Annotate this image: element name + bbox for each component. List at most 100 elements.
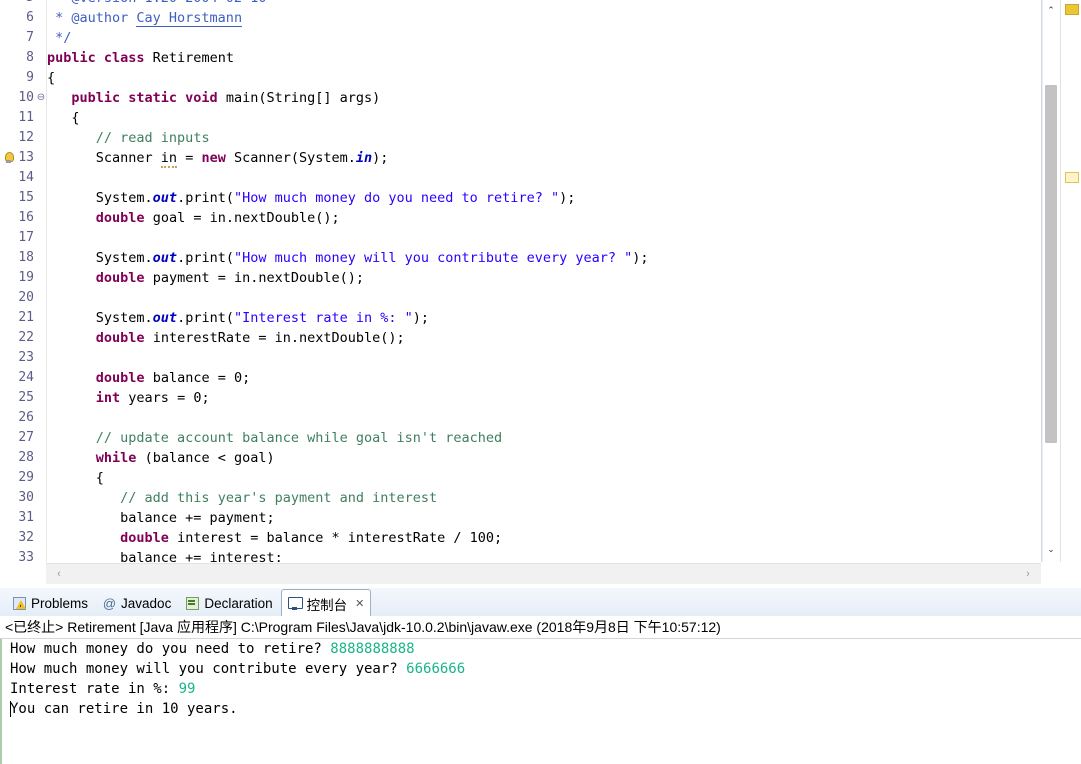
code-token: { xyxy=(47,470,104,486)
line-number: 31 xyxy=(18,510,34,525)
code-line[interactable]: // add this year's payment and interest xyxy=(47,488,437,508)
bottom-view-panel[interactable]: Problems @ Javadoc Declaration 控制台 ✕ <已终止> Re… xyxy=(0,588,1081,764)
code-token: balance = 0; xyxy=(152,370,251,386)
code-line[interactable]: double goal = in.nextDouble(); xyxy=(47,208,340,228)
tab-declaration[interactable]: Declaration xyxy=(179,591,278,615)
warning-bulb-icon[interactable] xyxy=(3,151,17,165)
code-token: out xyxy=(152,310,178,326)
declaration-icon xyxy=(185,596,200,611)
tab-label: Javadoc xyxy=(121,595,172,611)
close-icon[interactable]: ✕ xyxy=(355,597,364,610)
console-prompt-text: How much money will you contribute every… xyxy=(10,661,407,677)
code-line[interactable]: * @author Cay Horstmann xyxy=(47,8,243,28)
code-line[interactable]: double interest = balance * interestRate… xyxy=(47,528,502,548)
javadoc-at-icon: @ xyxy=(102,595,117,611)
line-number: 12 xyxy=(18,130,34,145)
console-output-line: How much money will you contribute every… xyxy=(10,659,465,679)
code-line[interactable]: int years = 0; xyxy=(47,388,210,408)
code-line[interactable]: Scanner in = new Scanner(System.in); xyxy=(47,148,388,168)
editor-code-lines[interactable]: * @version 1.20 2004-02-10 * @author Cay… xyxy=(47,0,1041,562)
vertical-scrollbar-thumb[interactable] xyxy=(1045,85,1057,443)
line-number: 33 xyxy=(18,550,34,562)
scroll-left-arrow-icon[interactable]: ‹ xyxy=(50,564,68,584)
line-number: 10 xyxy=(18,90,34,105)
code-token: .print( xyxy=(177,310,234,326)
code-token: // read inputs xyxy=(95,130,210,146)
line-number: 25 xyxy=(18,390,34,405)
code-line[interactable]: // update account balance while goal isn… xyxy=(47,428,502,448)
editor-text-area[interactable]: 5678910⊖11121314151617181920212223242526… xyxy=(0,0,1042,562)
code-line[interactable]: System.out.print("How much money will yo… xyxy=(47,248,649,268)
code-token: interestRate = in.nextDouble(); xyxy=(152,330,405,346)
code-token: ); xyxy=(412,310,430,326)
code-line[interactable]: // read inputs xyxy=(47,128,210,148)
code-token: years = 0; xyxy=(128,390,210,406)
editor-vertical-scrollbar[interactable]: ⌃ ⌄ xyxy=(1042,0,1059,562)
console-prompt-text: You can retire in 10 years. xyxy=(10,701,238,717)
code-token: System. xyxy=(47,310,153,326)
code-line[interactable]: System.out.print("How much money do you … xyxy=(47,188,576,208)
line-number: 21 xyxy=(18,310,34,325)
scroll-right-arrow-icon[interactable]: › xyxy=(1019,564,1037,584)
tab-console[interactable]: 控制台 ✕ xyxy=(280,589,372,617)
code-token: int xyxy=(95,390,129,406)
console-output-area[interactable]: How much money do you need to retire? 88… xyxy=(0,639,1081,764)
editor-overview-ruler[interactable] xyxy=(1060,0,1081,562)
line-number: 5 xyxy=(0,0,34,8)
java-editor-panel[interactable]: 5678910⊖11121314151617181920212223242526… xyxy=(0,0,1081,588)
overview-marker-warning[interactable] xyxy=(1065,4,1079,15)
code-line[interactable]: { xyxy=(47,468,104,488)
console-user-input: 6666666 xyxy=(406,661,466,677)
editor-gutter[interactable]: 5678910⊖11121314151617181920212223242526… xyxy=(0,0,47,562)
line-number: 19 xyxy=(18,270,34,285)
line-number: 9 xyxy=(26,70,34,85)
line-number: 28 xyxy=(18,450,34,465)
code-line[interactable]: while (balance < goal) xyxy=(47,448,275,468)
tab-problems[interactable]: Problems xyxy=(6,591,94,615)
code-line[interactable]: balance += payment; xyxy=(47,508,274,528)
console-launch-header: <已终止> Retirement [Java 应用程序] C:\Program … xyxy=(0,616,1081,639)
code-line[interactable]: balance += interest; xyxy=(47,548,283,562)
code-fold-collapse-icon[interactable]: ⊖ xyxy=(36,88,46,108)
code-line[interactable]: public class Retirement xyxy=(47,48,234,68)
scroll-up-arrow-icon[interactable]: ⌃ xyxy=(1043,2,1059,19)
code-token: "How much money do you need to retire? " xyxy=(233,190,560,206)
code-token: */ xyxy=(47,30,72,46)
code-token: System. xyxy=(47,190,153,206)
line-number: 29 xyxy=(18,470,34,485)
line-number: 6 xyxy=(26,10,34,25)
code-line[interactable]: { xyxy=(47,68,55,88)
code-token: double xyxy=(120,530,178,546)
code-token: * @version 1.20 2004-02-10 xyxy=(47,0,266,6)
line-number: 30 xyxy=(18,490,34,505)
code-token: double xyxy=(95,330,153,346)
line-number: 7 xyxy=(26,30,34,45)
tab-javadoc[interactable]: @ Javadoc xyxy=(96,591,177,615)
line-number: 23 xyxy=(18,350,34,365)
code-token: interest = balance * interestRate / 100; xyxy=(177,530,503,546)
code-token: "Interest rate in %: " xyxy=(233,310,413,326)
code-line[interactable]: */ xyxy=(47,28,71,48)
code-line[interactable]: double interestRate = in.nextDouble(); xyxy=(47,328,405,348)
overview-marker-occurrence[interactable] xyxy=(1065,172,1079,183)
editor-horizontal-scrollbar[interactable]: ‹ › xyxy=(46,563,1041,584)
code-line[interactable]: double balance = 0; xyxy=(47,368,250,388)
code-line[interactable]: * @version 1.20 2004-02-10 xyxy=(47,0,266,8)
line-number: 8 xyxy=(26,50,34,65)
bottom-view-tabbar[interactable]: Problems @ Javadoc Declaration 控制台 ✕ xyxy=(0,588,1081,617)
code-line[interactable]: double payment = in.nextDouble(); xyxy=(47,268,364,288)
code-line[interactable]: { xyxy=(47,108,79,128)
code-token: ); xyxy=(632,250,649,266)
code-token: while xyxy=(95,450,145,466)
line-number: 32 xyxy=(18,530,34,545)
scroll-down-arrow-icon[interactable]: ⌄ xyxy=(1043,541,1059,558)
code-token: new xyxy=(201,150,234,166)
code-line[interactable]: public static void main(String[] args) xyxy=(47,88,380,108)
code-line[interactable]: System.out.print("Interest rate in %: ")… xyxy=(47,308,429,328)
